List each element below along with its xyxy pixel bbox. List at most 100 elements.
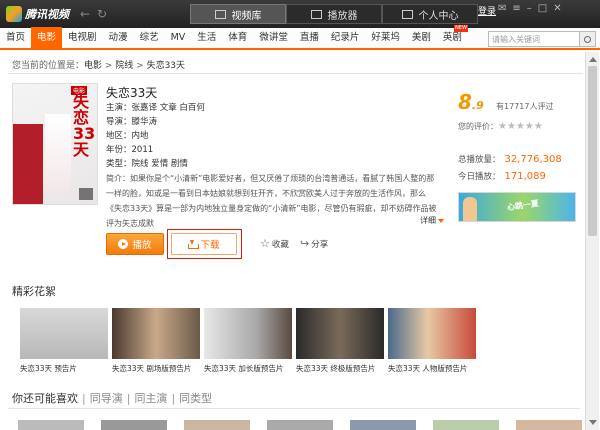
nav-item-anime[interactable]: 动漫 [103, 27, 134, 49]
highlight-caption[interactable]: 失恋33天 预告片 [20, 363, 108, 374]
synopsis: 简介：如果你是个“小清新”电影爱好者，但又厌倦了烦琐的台湾普通话，看腻了韩国人整… [106, 171, 438, 231]
info-value: 2011 [131, 145, 154, 155]
info-label: 导演： [106, 117, 132, 127]
related-thumbnail[interactable] [433, 420, 499, 430]
highlight-caption[interactable]: 失恋33天 人物版预告片 [388, 363, 476, 374]
window-controls: ✉ ≡ – □ ✕ [498, 3, 562, 14]
scroll-thumb[interactable] [588, 66, 597, 236]
rating-score: 8.9 [458, 90, 484, 114]
search-button[interactable] [580, 31, 596, 47]
highlight-thumbnail[interactable] [112, 308, 200, 359]
tab-same-genre[interactable]: 同类型 [179, 390, 212, 406]
today-value: 171,089 [504, 171, 546, 182]
highlight-thumbnail[interactable] [204, 308, 292, 359]
user-icon [401, 9, 413, 19]
close-icon[interactable]: ✕ [553, 3, 561, 14]
highlight-item[interactable]: 失恋33天 终极版预告片 [296, 308, 384, 374]
zoom-icon[interactable] [79, 188, 93, 200]
nav-item-lectures[interactable]: 微讲堂 [253, 27, 294, 49]
highlight-thumbnail[interactable] [296, 308, 384, 359]
mail-icon[interactable]: ✉ [498, 3, 506, 14]
synopsis-text: 如果你是个“小清新”电影爱好者，但又厌倦了烦琐的台湾普通话，看腻了韩国人整的那一… [106, 174, 437, 228]
ad-banner[interactable]: 心跳一夏 [458, 192, 576, 222]
highlight-thumbnail[interactable] [388, 308, 476, 359]
favorite-button[interactable]: ☆ 收藏 [260, 237, 289, 250]
nav-item-life[interactable]: 生活 [191, 27, 222, 49]
back-arrow-icon[interactable]: ← [80, 7, 90, 21]
login-link[interactable]: 登录 [478, 4, 496, 17]
play-label: 播放 [132, 240, 152, 251]
rating-count: 有17717人评过 [496, 102, 554, 111]
nav-item-hollywood[interactable]: 好莱坞 [365, 27, 406, 49]
highlight-thumbnail[interactable] [20, 308, 108, 359]
info-value[interactable]: 张嘉译 文章 白百何 [132, 103, 205, 113]
nav-item-documentary[interactable]: 纪录片 [325, 27, 366, 49]
film-icon [214, 9, 226, 19]
highlight-item[interactable]: 失恋33天 人物版预告片 [388, 308, 476, 374]
favorite-label: 收藏 [271, 239, 289, 250]
tab-same-director[interactable]: 同导演 [90, 390, 123, 406]
share-label: 分享 [311, 239, 329, 250]
nav-item-mv[interactable]: MV [165, 27, 192, 49]
nav-item-live[interactable]: 直播 [294, 27, 325, 49]
vertical-scrollbar[interactable] [585, 52, 599, 430]
related-thumbnail[interactable] [18, 420, 84, 430]
my-rating-label: 您的评价： [458, 122, 498, 131]
tab-personal-center[interactable]: 个人中心 [382, 4, 478, 24]
highlight-item[interactable]: 失恋33天 预告片 [20, 308, 108, 374]
highlight-caption[interactable]: 失恋33天 加长版预告片 [204, 363, 292, 374]
highlights-title: 精彩花絮 [12, 285, 56, 298]
highlight-item[interactable]: 失恋33天 剧场版预告片 [112, 308, 200, 374]
info-cast: 主演：张嘉译 文章 白百何 [106, 101, 205, 113]
rating-stars-icon[interactable]: ★★★★★ [498, 121, 543, 132]
nav-item-movie[interactable]: 电影 [31, 27, 63, 49]
nav-item-us-drama[interactable]: 美剧 [406, 27, 437, 49]
nav-item-home[interactable]: 首页 [0, 27, 31, 49]
my-rating: 您的评价： ★★★★★ [458, 121, 543, 132]
total-plays: 总播放量： 32,776,308 [458, 153, 562, 165]
info-director: 导演：滕华涛 [106, 115, 157, 127]
tab-same-cast[interactable]: 同主演 [134, 390, 167, 406]
poster-title: 失恋33天 [73, 92, 96, 159]
highlight-caption[interactable]: 失恋33天 终极版预告片 [296, 363, 384, 374]
related-thumbnail[interactable] [516, 420, 582, 430]
ad-text: 心跳一夏 [506, 198, 540, 213]
poster-figure [45, 114, 71, 194]
share-button[interactable]: ↪ 分享 [300, 237, 328, 250]
highlight-caption[interactable]: 失恋33天 剧场版预告片 [112, 363, 200, 374]
tab-player[interactable]: 播放器 [286, 4, 382, 24]
play-button[interactable]: 播放 [106, 233, 164, 255]
score-big: 8 [458, 90, 472, 114]
detail-link[interactable]: 详细 [420, 215, 444, 226]
info-value[interactable]: 院线 爱情 剧情 [132, 159, 188, 169]
scroll-up-icon[interactable] [589, 57, 597, 62]
breadcrumb-movie[interactable]: 电影 [84, 61, 102, 71]
refresh-icon[interactable]: ↻ [97, 7, 107, 21]
new-badge-icon: NEW [454, 25, 468, 32]
minimize-icon[interactable]: – [527, 3, 532, 14]
movie-poster[interactable]: 电影 失恋33天 [12, 83, 98, 205]
nav-item-variety[interactable]: 综艺 [134, 27, 165, 49]
info-year: 年份：2011 [106, 143, 153, 155]
tab-divider: | [171, 391, 176, 405]
nav-item-tv[interactable]: 电视剧 [62, 27, 103, 49]
nav-item-uk-drama[interactable]: 英剧 NEW [437, 25, 468, 49]
ad-figure [463, 197, 477, 221]
breadcrumb-cinema[interactable]: 院线 [115, 61, 133, 71]
star-outline-icon: ☆ [260, 237, 270, 250]
menu-icon[interactable]: ≡ [512, 3, 520, 14]
info-value[interactable]: 滕华涛 [132, 117, 158, 127]
app-name: 腾讯视频 [25, 8, 69, 21]
search-input[interactable]: 请输入关键词 [488, 31, 580, 47]
scroll-down-icon[interactable] [589, 420, 597, 425]
info-genre: 类型：院线 爱情 剧情 [106, 157, 188, 169]
nav-item-sports[interactable]: 体育 [222, 27, 253, 49]
related-thumbnail[interactable] [101, 420, 167, 430]
related-thumbnail[interactable] [184, 420, 250, 430]
maximize-icon[interactable]: □ [538, 3, 547, 14]
download-button[interactable]: 下载 [171, 233, 237, 255]
related-thumbnail[interactable] [350, 420, 416, 430]
tab-video-library[interactable]: 视频库 [190, 4, 286, 24]
highlight-item[interactable]: 失恋33天 加长版预告片 [204, 308, 292, 374]
related-thumbnail[interactable] [267, 420, 333, 430]
